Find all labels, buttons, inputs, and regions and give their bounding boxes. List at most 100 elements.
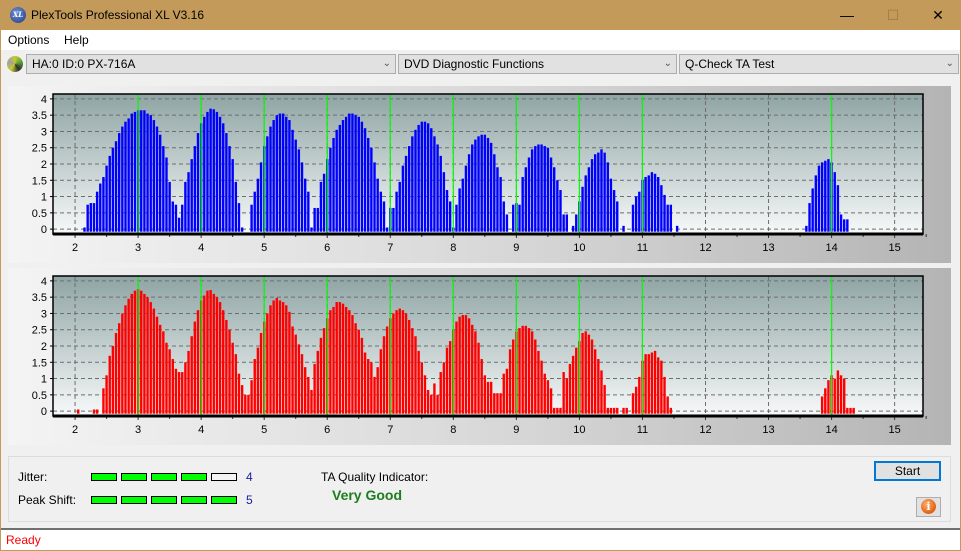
histogram-bar — [549, 157, 553, 232]
histogram-bar — [190, 159, 193, 232]
histogram-bar — [530, 149, 534, 232]
histogram-bar — [666, 204, 669, 232]
histogram-bar — [417, 124, 420, 232]
function-select[interactable]: DVD Diagnostic Functions ⌄ — [398, 54, 677, 74]
histogram-bar — [483, 134, 487, 232]
histogram-bar — [546, 147, 550, 232]
histogram-bar — [527, 328, 531, 414]
histogram-bar — [140, 290, 143, 414]
histogram-bar — [250, 204, 253, 232]
histogram-bar — [266, 313, 269, 414]
histogram-bar — [634, 196, 638, 232]
histogram-bar — [606, 407, 609, 414]
x-tick-label: 12 — [699, 424, 711, 436]
histogram-bar — [209, 290, 212, 414]
histogram-bar — [395, 191, 398, 232]
drive-select[interactable]: HA:0 ID:0 PX-716A ⌄ — [26, 54, 396, 74]
histogram-bar — [423, 121, 427, 232]
histogram-bar — [117, 133, 121, 232]
histogram-bar — [382, 201, 386, 232]
x-tick-label: 11 — [637, 242, 648, 254]
info-button[interactable]: i — [916, 497, 941, 517]
histogram-bar — [133, 111, 137, 232]
histogram-bar — [319, 181, 323, 232]
start-button[interactable]: Start — [874, 461, 941, 481]
histogram-bar — [206, 111, 209, 232]
histogram-bar — [820, 162, 824, 232]
histogram-bar — [237, 373, 241, 414]
histogram-bar — [168, 349, 171, 414]
histogram-bar — [556, 407, 559, 414]
histogram-bar — [341, 303, 345, 414]
histogram-bar — [83, 227, 86, 232]
histogram-bar — [158, 324, 162, 414]
histogram-bar — [215, 111, 219, 232]
histogram-bar — [77, 409, 80, 414]
histogram-bar — [644, 354, 647, 414]
histogram-bar — [657, 177, 660, 232]
meter-segment — [121, 496, 147, 504]
menu-help[interactable]: Help — [64, 33, 89, 47]
histogram-bar — [842, 378, 846, 414]
y-tick-label: 2.5 — [32, 143, 47, 155]
histogram-bar — [499, 393, 502, 414]
peak-shift-label: Peak Shift: — [18, 493, 77, 507]
histogram-bar — [348, 113, 351, 232]
histogram-bar — [483, 375, 487, 414]
histogram-bar — [335, 302, 338, 414]
histogram-bar — [417, 350, 420, 414]
histogram-bar — [102, 388, 105, 414]
test-select[interactable]: Q-Check TA Test ⌄ — [679, 54, 959, 74]
maximize-button[interactable]: ☐ — [870, 0, 916, 30]
x-tick-label: 15 — [889, 242, 901, 254]
histogram-bar — [357, 329, 360, 414]
histogram-bar — [250, 380, 253, 414]
histogram-bar — [385, 326, 389, 414]
minimize-button[interactable]: — — [824, 0, 870, 30]
histogram-bar — [530, 331, 534, 414]
histogram-bar — [376, 178, 379, 232]
chevron-down-icon: ⌄ — [945, 58, 954, 69]
histogram-bar — [669, 204, 673, 232]
histogram-bar — [281, 302, 285, 414]
histogram-bar — [146, 297, 149, 414]
y-tick-label: 2.5 — [32, 325, 47, 337]
histogram-bar — [231, 159, 234, 232]
histogram-bar — [121, 313, 124, 414]
x-tick-label: 15 — [889, 424, 901, 436]
y-tick-label: 0 — [41, 406, 47, 418]
x-tick-label: 3 — [135, 242, 141, 254]
histogram-bar — [127, 298, 130, 414]
histogram-bar — [294, 139, 297, 232]
histogram-bar — [489, 381, 493, 414]
histogram-bar — [108, 355, 111, 414]
y-tick-label: 1 — [41, 374, 47, 386]
window-title: PlexTools Professional XL V3.16 — [31, 8, 204, 22]
histogram-bar — [502, 373, 505, 414]
histogram-bar — [559, 190, 562, 232]
histogram-bar — [240, 385, 244, 414]
histogram-bar — [92, 203, 96, 232]
histogram-bar — [663, 376, 666, 414]
histogram-bar — [351, 113, 354, 232]
menu-options[interactable]: Options — [8, 33, 49, 47]
histogram-bar — [571, 225, 575, 232]
histogram-bar — [209, 108, 212, 232]
close-button[interactable]: ✕ — [915, 0, 961, 30]
xl-logo-icon: XL — [10, 7, 26, 23]
histogram-bar — [625, 407, 628, 414]
x-tick-label: 13 — [762, 242, 774, 254]
y-tick-label: 0.5 — [32, 390, 47, 402]
histogram-bar — [448, 341, 452, 414]
histogram-bar — [430, 394, 433, 414]
title-bar[interactable]: XL PlexTools Professional XL V3.16 — ☐ ✕ — [0, 0, 961, 30]
meter-segment — [181, 496, 207, 504]
histogram-bar — [647, 175, 650, 232]
histogram-bar — [445, 190, 449, 232]
histogram-bar — [285, 116, 288, 232]
histogram-bar — [247, 394, 250, 414]
histogram-bar — [275, 115, 279, 232]
histogram-bar — [382, 336, 386, 414]
y-tick-label: 2 — [41, 341, 47, 353]
histogram-bar — [839, 375, 843, 414]
